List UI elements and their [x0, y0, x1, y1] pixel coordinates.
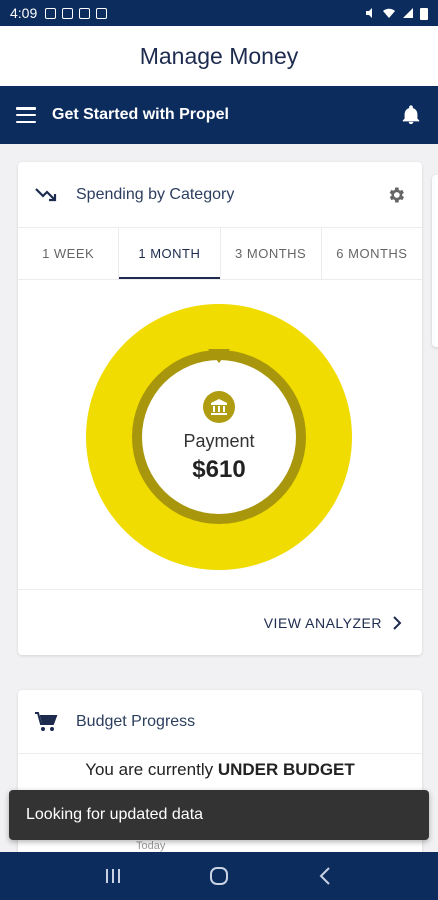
view-analyzer-button[interactable]: VIEW ANALYZER — [264, 615, 402, 631]
status-time: 4:09 — [10, 5, 38, 21]
notification-icon — [45, 7, 57, 19]
budget-status-prefix: You are currently — [85, 760, 214, 779]
home-icon — [210, 867, 228, 885]
system-nav-bar — [0, 852, 438, 900]
chevron-right-icon — [393, 615, 402, 630]
view-analyzer-label: VIEW ANALYZER — [263, 614, 382, 631]
recent-apps-button[interactable] — [101, 864, 125, 888]
spending-title: Spending by Category — [76, 185, 235, 203]
budget-status: You are currently UNDER BUDGET — [18, 760, 422, 780]
snackbar-message: Looking for updated data — [26, 806, 204, 823]
donut-selection-ring: Payment $610 — [132, 350, 306, 524]
budget-status-emphasis: UNDER BUDGET — [217, 760, 355, 779]
spending-donut-chart: Payment $610 — [18, 280, 422, 585]
notification-icons — [45, 7, 108, 19]
next-card-peek[interactable] — [432, 175, 438, 347]
bank-icon — [203, 390, 235, 423]
category-label: Payment — [183, 430, 255, 451]
selection-pointer — [208, 349, 230, 363]
donut-center: Payment $610 — [142, 360, 296, 514]
home-button[interactable] — [207, 864, 231, 888]
battery-icon — [420, 7, 428, 20]
budget-card-header: Budget Progress — [18, 690, 422, 754]
wifi-icon — [383, 8, 395, 18]
gear-icon[interactable] — [386, 185, 406, 205]
image-icon — [79, 7, 91, 19]
today-label: Today — [136, 840, 166, 852]
recent-apps-icon — [106, 869, 120, 883]
shopping-cart-icon — [35, 711, 58, 731]
bell-icon[interactable] — [400, 103, 422, 127]
hamburger-menu-icon[interactable] — [16, 107, 36, 123]
app-nav-bar: Get Started with Propel — [0, 86, 438, 144]
donut-ring[interactable]: Payment $610 — [86, 304, 352, 570]
budget-title: Budget Progress — [76, 712, 196, 730]
nav-title[interactable]: Get Started with Propel — [52, 106, 229, 124]
category-amount: $610 — [192, 455, 246, 483]
back-icon — [319, 867, 330, 885]
mail-icon — [96, 7, 108, 19]
spending-card-header: Spending by Category — [18, 162, 422, 228]
tab-1-month[interactable]: 1 MONTH — [119, 228, 221, 279]
period-tabs: 1 WEEK 1 MONTH 3 MONTHS 6 MONTHS — [18, 228, 422, 280]
tab-6-months[interactable]: 6 MONTHS — [322, 228, 422, 279]
trending-down-icon — [35, 187, 57, 201]
spending-card-footer: VIEW ANALYZER — [18, 589, 422, 655]
file-icon — [62, 7, 74, 19]
status-bar: 4:09 — [0, 0, 438, 26]
spending-card: Spending by Category 1 WEEK 1 MONTH 3 MO… — [18, 162, 422, 655]
back-button[interactable] — [313, 864, 337, 888]
signal-icon — [403, 8, 413, 18]
page-title: Manage Money — [0, 26, 438, 86]
tab-1-week[interactable]: 1 WEEK — [18, 228, 120, 279]
mute-icon — [366, 8, 372, 18]
snackbar: Looking for updated data — [9, 790, 429, 840]
system-icons — [364, 7, 428, 20]
tab-3-months[interactable]: 3 MONTHS — [221, 228, 322, 279]
